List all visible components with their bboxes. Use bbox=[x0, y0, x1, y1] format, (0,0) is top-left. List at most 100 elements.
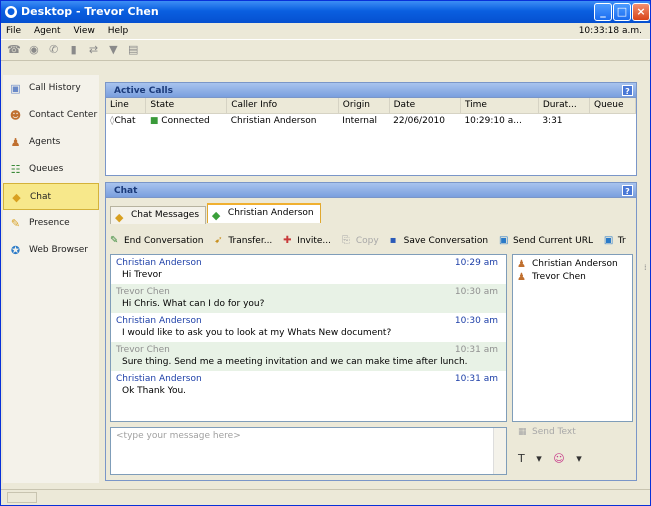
sidebar-item-queues[interactable]: ☷ Queues bbox=[3, 156, 99, 183]
close-button[interactable]: × bbox=[632, 3, 650, 21]
app-icon[interactable]: ● bbox=[5, 6, 17, 18]
table-row[interactable]: ◊Chat ■ Connected Christian Anderson Int… bbox=[106, 113, 636, 128]
dial-icon[interactable]: ◉ bbox=[27, 43, 41, 57]
participant-list: ♟ Christian Anderson ♟ Trevor Chen bbox=[512, 254, 633, 422]
send-text-button[interactable]: ▦ Send Text bbox=[518, 427, 576, 437]
column-state[interactable]: State bbox=[145, 98, 228, 114]
state-cell: ■ Connected bbox=[149, 115, 210, 126]
sidebar-item-call-history[interactable]: ▣ Call History bbox=[3, 75, 99, 102]
status-segment bbox=[7, 492, 37, 503]
message-input[interactable]: <type your message here> bbox=[110, 427, 507, 475]
transfer-icon[interactable]: ⇄ bbox=[87, 43, 101, 57]
title-bar[interactable]: ● Desktop - Trevor Chen _ □ × bbox=[1, 1, 650, 23]
menu-file[interactable]: File bbox=[1, 23, 26, 39]
column-duration[interactable]: Durat... bbox=[538, 98, 590, 114]
column-queue[interactable]: Queue bbox=[589, 98, 637, 114]
origin-cell: Internal bbox=[342, 115, 377, 126]
message-list: Christian Anderson 10:29 am Hi Trevor Tr… bbox=[110, 254, 507, 422]
maximize-button[interactable]: □ bbox=[613, 3, 631, 21]
menu-bar: File Agent View Help 10:33:18 a.m. bbox=[1, 23, 650, 39]
column-date[interactable]: Date bbox=[389, 98, 461, 114]
message-item: Christian Anderson 10:31 am Ok Thank You… bbox=[111, 371, 506, 400]
chat-icon: ◆ bbox=[12, 191, 21, 204]
menu-agent[interactable]: Agent bbox=[29, 23, 66, 39]
send-icon: ▦ bbox=[518, 427, 527, 437]
message-sender: Trevor Chen bbox=[116, 345, 170, 355]
participant-item[interactable]: ♟ Christian Anderson bbox=[517, 258, 628, 271]
save-conversation-button[interactable]: ▪ Save Conversation bbox=[390, 231, 488, 251]
overflow-action-button[interactable]: ▣ Tr bbox=[604, 231, 626, 251]
message-text: I would like to ask you to look at my Wh… bbox=[122, 328, 392, 338]
sidebar-item-agents[interactable]: ♟ Agents bbox=[3, 129, 99, 156]
filter-icon[interactable]: ▼ bbox=[106, 43, 120, 57]
message-input-scrollbar[interactable] bbox=[493, 428, 506, 474]
end-conversation-button[interactable]: ✎ End Conversation bbox=[110, 231, 203, 251]
invite-icon: ✚ bbox=[283, 235, 292, 246]
presence-icon: ✎ bbox=[10, 217, 21, 230]
end-conversation-icon: ✎ bbox=[110, 235, 119, 246]
tab-christian-anderson[interactable]: ◆ Christian Anderson bbox=[206, 203, 321, 223]
emoticon-dropdown-icon[interactable]: ▾ bbox=[576, 452, 582, 465]
font-dropdown-icon[interactable]: ▾ bbox=[536, 452, 542, 465]
menu-help[interactable]: Help bbox=[103, 23, 134, 39]
column-caller-info[interactable]: Caller Info bbox=[226, 98, 339, 114]
hold-icon[interactable]: ▮ bbox=[67, 43, 81, 57]
chat-header: Chat ? bbox=[105, 182, 637, 198]
hangup-icon[interactable]: ✆ bbox=[47, 43, 61, 57]
message-sender: Christian Anderson bbox=[116, 258, 202, 268]
font-icon[interactable]: T bbox=[518, 452, 525, 465]
copy-button[interactable]: ⎘ Copy bbox=[342, 231, 379, 251]
message-time: 10:29 am bbox=[454, 258, 498, 268]
message-time: 10:30 am bbox=[454, 287, 498, 297]
message-text: Sure thing. Send me a meeting invitation… bbox=[122, 357, 468, 367]
send-url-icon: ▣ bbox=[498, 235, 509, 246]
active-calls-table: Line State Caller Info Origin Date Time … bbox=[106, 98, 637, 128]
emoticon-icon[interactable]: ☺ bbox=[553, 452, 564, 465]
sidebar: ▣ Call History ☻ Contact Center ♟ Agents ☷ Q… bbox=[3, 75, 99, 483]
invite-button[interactable]: ✚ Invite... bbox=[283, 231, 331, 251]
stats-icon[interactable]: ▤ bbox=[126, 43, 140, 57]
phone-icon[interactable]: ☎ bbox=[7, 43, 21, 57]
sidebar-item-contact-center[interactable]: ☻ Contact Center bbox=[3, 102, 99, 129]
sidebar-item-chat[interactable]: ◆ Chat bbox=[3, 183, 99, 210]
message-text: Ok Thank You. bbox=[122, 386, 187, 396]
time-cell: 10:29:10 a... bbox=[464, 115, 522, 126]
web-browser-icon: ✪ bbox=[10, 244, 21, 257]
status-bar bbox=[1, 489, 650, 505]
message-item: Trevor Chen 10:30 am Hi Chris. What can … bbox=[111, 284, 506, 313]
tab-chat-messages[interactable]: ◆ Chat Messages bbox=[110, 206, 207, 224]
sidebar-item-web-browser[interactable]: ✪ Web Browser bbox=[3, 237, 99, 264]
menu-view[interactable]: View bbox=[68, 23, 99, 39]
main-window: ● Desktop - Trevor Chen _ □ × File Agent… bbox=[0, 0, 651, 506]
save-icon: ▪ bbox=[389, 235, 397, 246]
active-calls-header: Active Calls ? bbox=[105, 82, 637, 98]
window-title: Desktop - Trevor Chen bbox=[21, 5, 159, 18]
table-header-row: Line State Caller Info Origin Date Time … bbox=[106, 98, 637, 114]
chat-bubble-icon: ◆ bbox=[211, 209, 221, 222]
message-item: Christian Anderson 10:29 am Hi Trevor bbox=[111, 255, 506, 284]
chat-panel: ◆ Chat Messages ◆ Christian Anderson ✎ End … bbox=[105, 198, 637, 481]
clock: 10:33:18 a.m. bbox=[578, 26, 642, 36]
transfer-button[interactable]: ➹ Transfer... bbox=[214, 231, 272, 251]
participant-item[interactable]: ♟ Trevor Chen bbox=[517, 271, 628, 284]
message-time: 10:31 am bbox=[454, 345, 498, 355]
column-time[interactable]: Time bbox=[460, 98, 539, 114]
queues-icon: ☷ bbox=[10, 163, 21, 176]
compose-tools: T ▾ ☺ ▾ bbox=[518, 452, 590, 465]
send-current-url-button[interactable]: ▣ Send Current URL bbox=[499, 231, 593, 251]
message-sender: Christian Anderson bbox=[116, 316, 202, 326]
help-icon[interactable]: ? bbox=[622, 185, 633, 196]
contact-center-icon: ☻ bbox=[9, 109, 22, 122]
message-time: 10:31 am bbox=[454, 374, 498, 384]
minimize-button[interactable]: _ bbox=[594, 3, 612, 21]
chat-messages-icon: ◆ bbox=[115, 211, 124, 224]
message-input-placeholder: <type your message here> bbox=[116, 431, 241, 441]
queue-cell bbox=[589, 113, 635, 128]
column-line[interactable]: Line bbox=[106, 98, 147, 114]
splitter-grip[interactable]: ⁞ bbox=[644, 263, 650, 293]
sidebar-item-presence[interactable]: ✎ Presence bbox=[3, 210, 99, 237]
call-history-icon: ▣ bbox=[10, 82, 21, 95]
toolbar: ☎ ◉ ✆ ▮ ⇄ ▼ ▤ bbox=[1, 39, 650, 61]
help-icon[interactable]: ? bbox=[622, 85, 633, 96]
column-origin[interactable]: Origin bbox=[338, 98, 390, 114]
